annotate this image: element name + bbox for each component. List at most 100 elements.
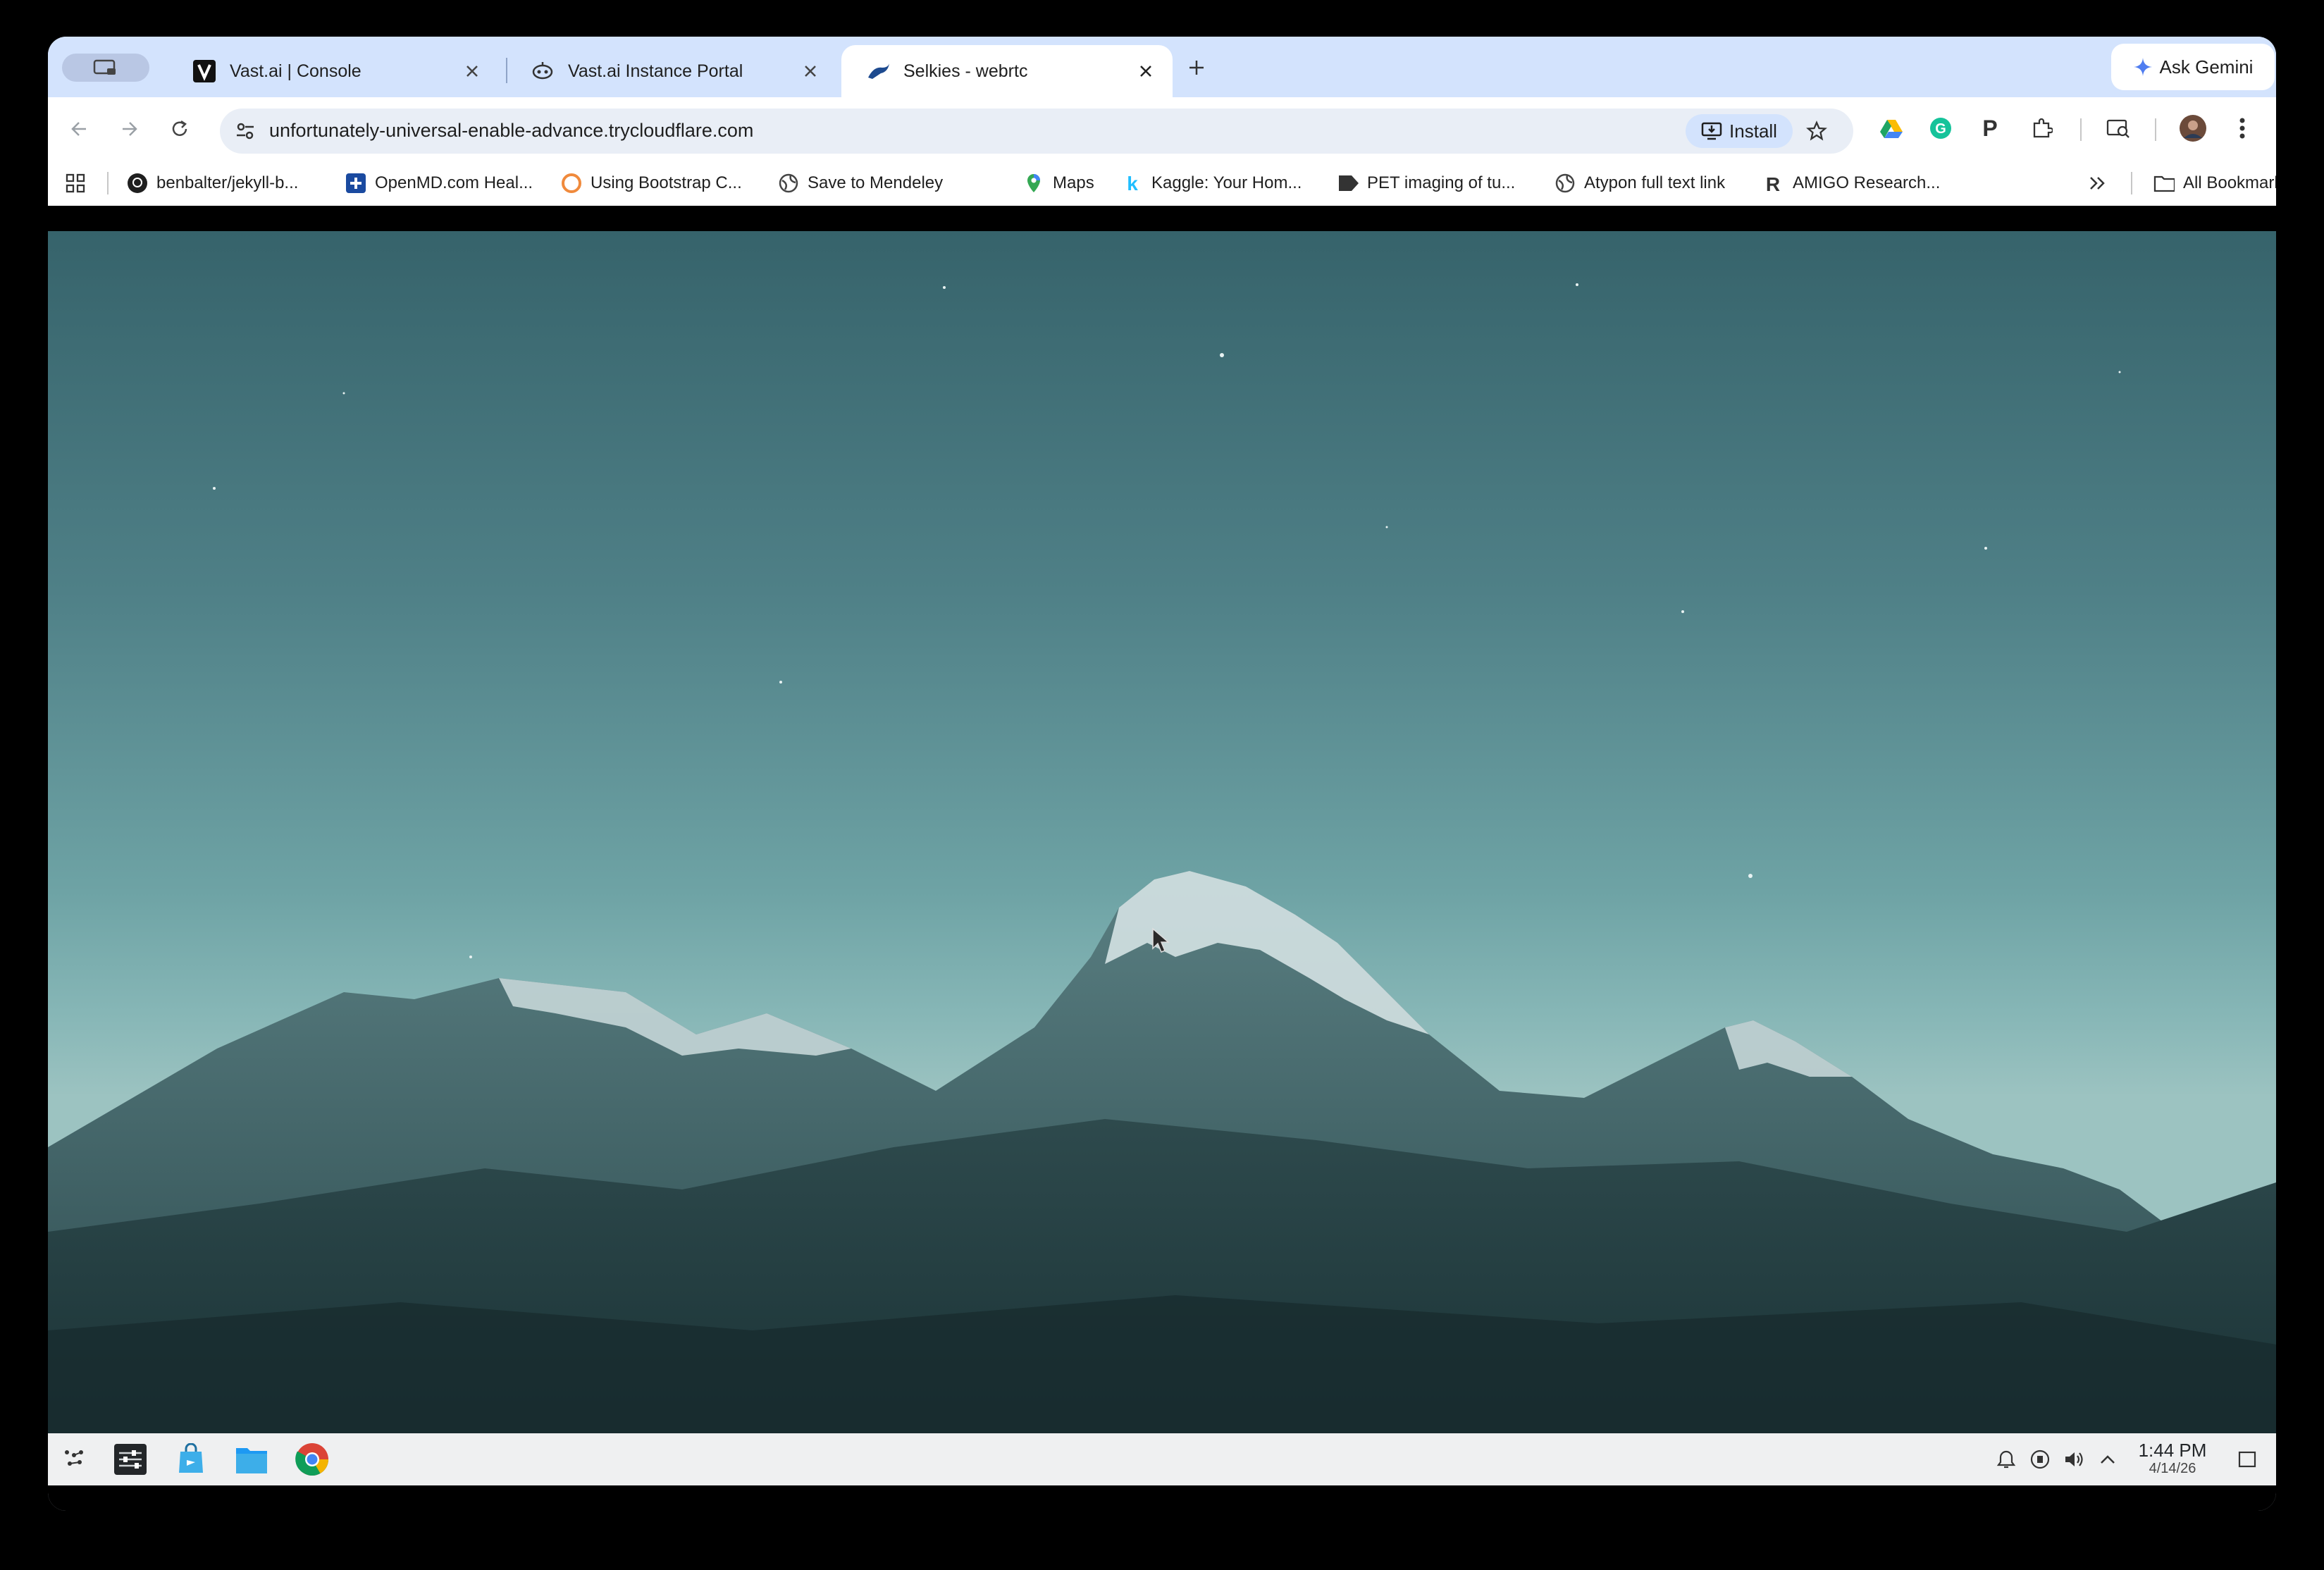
show-desktop-icon[interactable] (2235, 1447, 2259, 1471)
remote-taskbar: 1:44 PM 4/14/26 (48, 1433, 2276, 1485)
tab-vast-console[interactable]: Vast.ai | Console (168, 45, 499, 97)
snow-peak-right (1725, 1020, 1852, 1077)
tab-selkies-webrtc[interactable]: Selkies - webrtc (841, 45, 1173, 97)
plus-icon (1189, 61, 1204, 75)
bookmark-item[interactable]: R AMIGO Research... (1763, 161, 1941, 206)
ask-gemini-label: Ask Gemini (2159, 56, 2254, 78)
vast-logo-icon (193, 60, 216, 82)
network-icon[interactable] (2028, 1447, 2052, 1471)
browser-window: Vast.ai | Console Vast.ai Instance Porta… (48, 37, 2276, 1511)
discover-store-icon[interactable] (172, 1440, 210, 1478)
bookmark-label: Kaggle: Your Hom... (1151, 173, 1302, 192)
bookmarks-bar: benbalter/jekyll-b... OpenMD.com Heal...… (48, 161, 2276, 206)
p-extension-icon[interactable]: P (1973, 111, 2007, 145)
chrome-icon[interactable] (293, 1440, 331, 1478)
webrtc-stream-viewport[interactable]: 1:44 PM 4/14/26 (48, 206, 2276, 1511)
mouse-cursor-icon (1152, 927, 1170, 953)
svg-text:G: G (1935, 121, 1946, 137)
install-app-button[interactable]: Install (1686, 114, 1793, 148)
notifications-icon[interactable] (1994, 1447, 2018, 1471)
grammarly-icon[interactable]: G (1924, 111, 1958, 145)
url-text[interactable]: unfortunately-universal-enable-advance.t… (269, 120, 753, 142)
openmd-icon (345, 173, 366, 194)
system-settings-icon[interactable] (111, 1440, 149, 1478)
site-info-icon[interactable] (234, 120, 256, 142)
apps-grid-button[interactable] (65, 161, 86, 206)
amigo-r-icon: R (1763, 173, 1784, 194)
kaggle-icon: k (1122, 173, 1143, 194)
close-tab-icon[interactable] (461, 60, 483, 82)
selkie-seal-icon (867, 60, 889, 82)
svg-text:R: R (1766, 173, 1780, 194)
bookmark-item[interactable]: Maps (1023, 161, 1094, 206)
remote-desktop-wallpaper[interactable] (48, 231, 2276, 1433)
install-label: Install (1729, 120, 1777, 142)
cloud-robot-icon (531, 60, 554, 82)
bookmark-label: OpenMD.com Heal... (375, 173, 533, 192)
browser-toolbar: unfortunately-universal-enable-advance.t… (48, 97, 2276, 161)
forward-arrow-icon (123, 122, 137, 136)
ask-gemini-button[interactable]: Ask Gemini (2111, 44, 2275, 90)
reload-icon (172, 120, 187, 136)
bookmark-label: benbalter/jekyll-b... (156, 173, 299, 192)
github-icon (127, 173, 148, 194)
bootstrap-circle-icon (561, 173, 582, 194)
tab-vast-portal[interactable]: Vast.ai Instance Portal (506, 45, 837, 97)
globe-icon (1555, 173, 1576, 194)
profile-avatar[interactable] (2176, 111, 2210, 145)
bookmark-label: PET imaging of tu... (1367, 173, 1516, 192)
chrome-menu-icon[interactable] (2225, 111, 2259, 145)
bookmark-item[interactable]: k Kaggle: Your Hom... (1122, 161, 1302, 206)
tab-search-icon (93, 59, 116, 75)
tab-strip: Vast.ai | Console Vast.ai Instance Porta… (48, 37, 2276, 97)
bookmarks-divider (107, 172, 109, 194)
close-tab-icon[interactable] (1135, 60, 1157, 82)
bookmark-label: Atypon full text link (1584, 173, 1726, 192)
bookmark-item[interactable]: PET imaging of tu... (1337, 161, 1515, 206)
mountain-landscape-image (48, 283, 2276, 1433)
bookmark-label: AMIGO Research... (1793, 173, 1941, 192)
forward-button[interactable] (111, 111, 147, 147)
reading-mode-icon[interactable] (2101, 111, 2135, 145)
bookmark-item[interactable]: benbalter/jekyll-b... (127, 161, 298, 206)
tab-title: Vast.ai Instance Portal (568, 61, 743, 81)
maps-pin-icon (1023, 173, 1044, 194)
apps-grid-icon (66, 173, 85, 193)
folder-icon (2153, 173, 2175, 194)
install-monitor-icon (1701, 122, 1722, 140)
new-tab-button[interactable] (1182, 54, 1211, 82)
bookmark-label: Using Bootstrap C... (591, 173, 742, 192)
bookmark-label: Save to Mendeley (808, 173, 944, 192)
all-bookmarks-button[interactable]: All Bookmarks (2108, 161, 2276, 206)
toolbar-divider (2080, 118, 2082, 141)
extensions-puzzle-icon[interactable] (2025, 111, 2059, 145)
close-tab-icon[interactable] (799, 60, 822, 82)
app-launcher-icon[interactable] (55, 1440, 93, 1478)
clock-widget[interactable]: 1:44 PM 4/14/26 (2134, 1440, 2211, 1477)
double-chevron-icon (2090, 177, 2105, 190)
more-bookmarks-button[interactable] (2089, 161, 2107, 206)
bookmark-item[interactable]: Atypon full text link (1555, 161, 1725, 206)
google-drive-icon[interactable] (1874, 111, 1908, 145)
bookmark-item[interactable]: Using Bootstrap C... (561, 161, 742, 206)
svg-text:k: k (1127, 173, 1138, 194)
clock-date: 4/14/26 (2149, 1461, 2196, 1476)
foreground-ridge (48, 1295, 2276, 1433)
all-bookmarks-label: All Bookmarks (2183, 173, 2276, 192)
gemini-sparkle-icon (2133, 58, 2152, 76)
svg-text:P: P (1982, 117, 1997, 140)
address-bar[interactable]: unfortunately-universal-enable-advance.t… (220, 109, 1853, 154)
globe-icon (778, 173, 799, 194)
stars (213, 283, 2121, 958)
file-manager-icon[interactable] (233, 1440, 271, 1478)
reload-button[interactable] (162, 111, 197, 147)
volume-icon[interactable] (2062, 1447, 2086, 1471)
back-button[interactable] (62, 111, 97, 147)
tab-search-button[interactable] (62, 54, 149, 82)
bookmark-item[interactable]: Save to Mendeley (778, 161, 943, 206)
expand-tray-icon[interactable] (2096, 1447, 2120, 1471)
bookmark-star-icon[interactable] (1801, 116, 1832, 147)
clock-time: 1:44 PM (2138, 1440, 2207, 1461)
bookmark-item[interactable]: OpenMD.com Heal... (345, 161, 533, 206)
bookmark-label: Maps (1053, 173, 1094, 192)
